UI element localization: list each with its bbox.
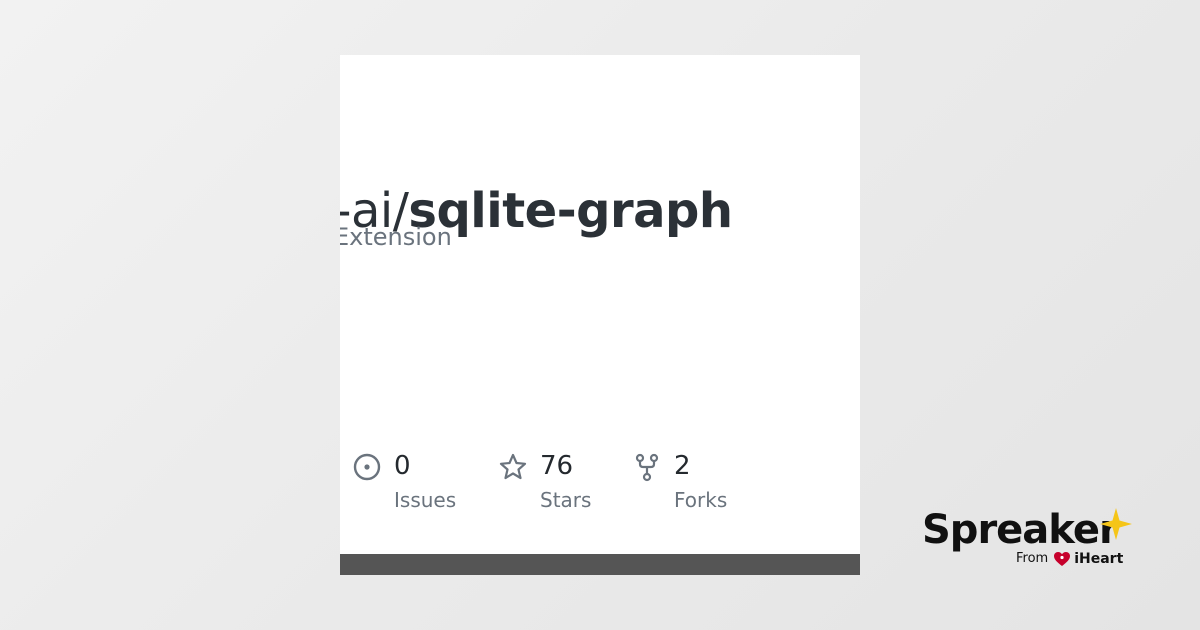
brand-tagline: From iHeart (1016, 550, 1123, 568)
repo-name: sqlite-graph (408, 183, 733, 239)
sparkle-star-icon (1100, 508, 1132, 540)
stars-label: Stars (540, 488, 592, 512)
issues-label: Issues (394, 488, 457, 512)
brand-name: Spreaker (922, 507, 1119, 553)
brand-partner: iHeart (1074, 551, 1124, 567)
issues-count: 0 (394, 451, 411, 481)
forks-count: 2 (674, 451, 691, 481)
language-bar (340, 554, 860, 575)
forks-label: Forks (674, 488, 728, 512)
stars-count: 76 (540, 451, 574, 481)
repo-description: Extension (340, 223, 452, 251)
iheart-logo-icon (1054, 552, 1071, 566)
star-icon (499, 453, 527, 480)
issue-circle-icon (353, 453, 381, 481)
fork-icon (635, 453, 659, 482)
spreaker-logo: Spreaker From iHeart (922, 505, 1137, 575)
brand-from: From (1016, 551, 1049, 566)
repo-preview-card: are-ai/sqlite-graph Extension 0 Issues 7… (340, 55, 860, 575)
